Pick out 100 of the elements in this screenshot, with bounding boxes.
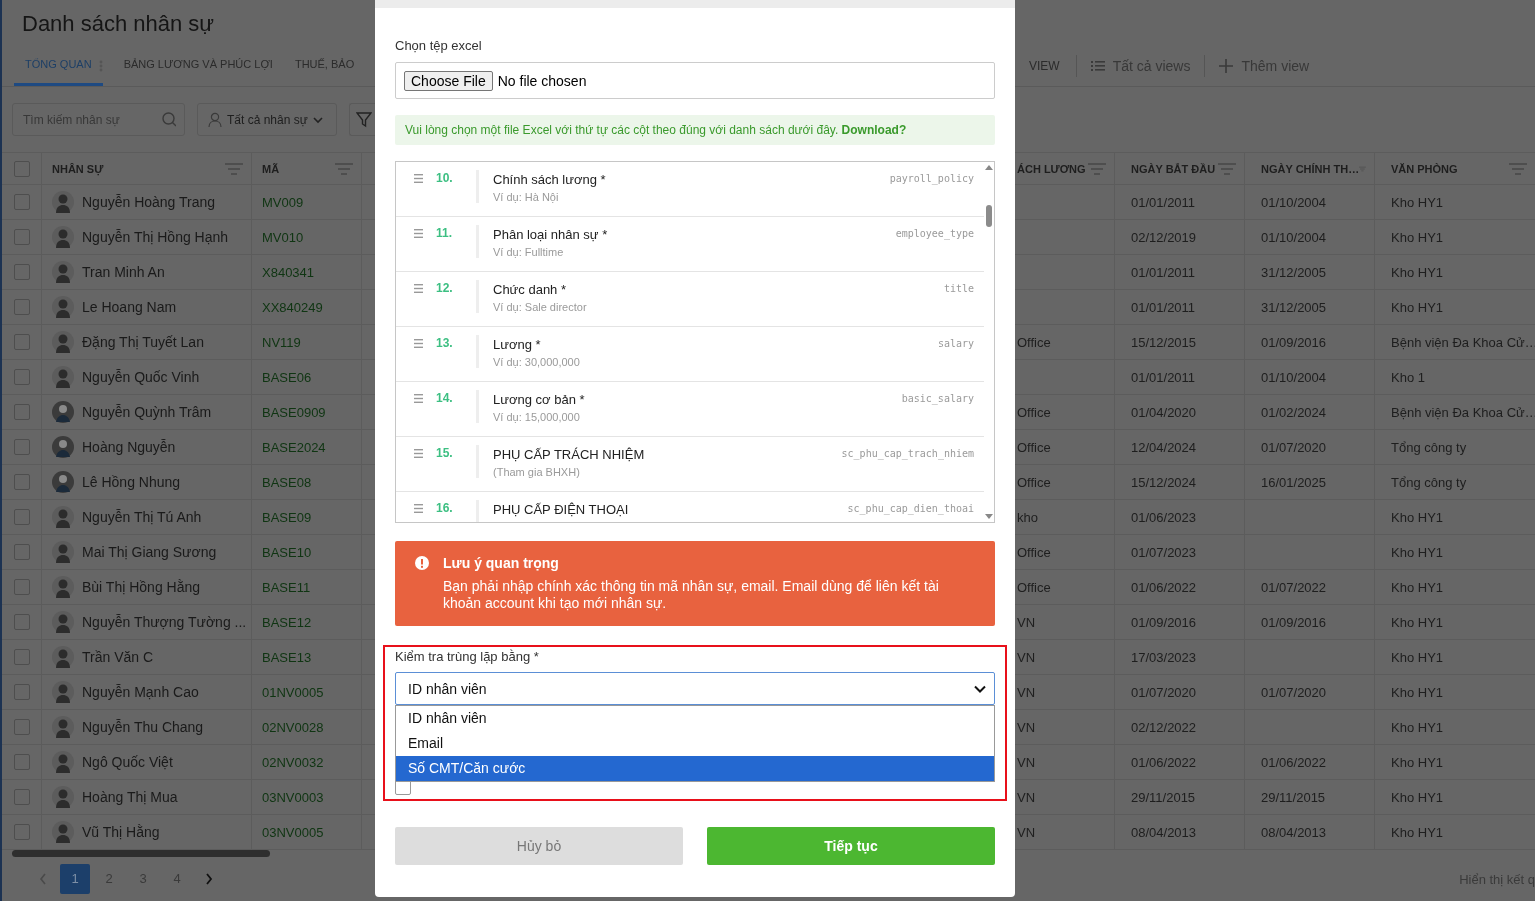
employee-name[interactable]: Nguyễn Thượng Tường ... [82,614,247,630]
drag-handle-icon[interactable] [414,504,423,513]
dropdown-option[interactable]: ID nhân viên [396,706,994,731]
tab[interactable]: TỔNG QUAN [14,46,103,86]
employee-name[interactable]: Hoàng Thị Mua [82,789,178,805]
checkbox[interactable] [13,579,30,595]
chevron-right-icon[interactable] [205,873,213,885]
employee-name[interactable]: Nguyễn Mạnh Cao [82,684,199,700]
checkbox[interactable] [13,509,30,525]
employee-name[interactable]: Nguyễn Quỳnh Trâm [82,404,212,420]
page-title: Danh sách nhân sự [22,11,215,37]
column-example: Ví dụ: 15,000,000 [493,411,581,423]
employee-code: 02NV0028 [262,719,324,735]
employee-code: MV009 [262,194,304,210]
table-cell: Kho HY1 [1391,509,1444,525]
checkbox[interactable] [13,264,30,280]
field-label: Kiểm tra trùng lặp bằng * [395,649,540,664]
column-name: Lương * [493,337,542,352]
tab[interactable]: VIEW [1017,46,1072,86]
drag-handle-icon[interactable] [414,174,423,183]
column-example: (Tham gia BHXH) [493,466,581,478]
checkbox[interactable] [13,334,30,350]
checkbox[interactable] [13,719,30,735]
continue-button[interactable]: Tiếp tục [707,827,995,865]
drag-handle-icon[interactable] [414,449,423,458]
employee-name[interactable]: Nguyễn Hoàng Trang [82,194,216,210]
column-header: VĂN PHÒNG [1391,162,1458,175]
employee-name[interactable]: Vũ Thị Hằng [82,824,160,840]
column-number: 10. [436,171,454,185]
table-cell: 01/07/2020 [1131,684,1197,700]
table-cell: Kho HY1 [1391,684,1444,700]
employee-name[interactable]: Đặng Thị Tuyết Lan [82,334,204,350]
filter-dropdown[interactable]: Tất cả nhân sự [197,103,337,136]
drag-handle-icon[interactable] [414,284,423,293]
table-cell: Office [1017,439,1051,455]
employee-name[interactable]: Nguyễn Thị Tú Anh [82,509,202,525]
page-button[interactable]: 1 [60,864,90,894]
checkbox[interactable] [13,194,30,210]
table-cell: Kho HY1 [1391,824,1444,840]
employee-name[interactable]: Nguyễn Thị Hồng Hạnh [82,229,229,245]
column-name: Chức danh * [493,282,568,297]
dropdown-option[interactable]: Số CMT/Căn cước [396,756,994,781]
employee-name[interactable]: Mai Thị Giang Sương [82,544,217,560]
employee-name[interactable]: Tran Minh An [82,264,165,280]
table-cell: Office [1017,474,1051,490]
employee-name[interactable]: Ngô Quốc Việt [82,754,173,770]
checkbox[interactable] [13,369,30,385]
checkbox[interactable] [13,544,30,560]
checkbox[interactable] [13,160,30,177]
checkbox[interactable] [13,649,30,665]
select-field[interactable]: ID nhân viên [395,672,995,705]
checkbox[interactable] [13,229,30,245]
filter-lines-icon[interactable] [1509,162,1527,175]
checkbox[interactable] [13,474,30,490]
employee-name[interactable]: Trần Văn C [82,649,154,665]
employee-name[interactable]: Lê Hồng Nhung [82,474,181,490]
download-link[interactable]: Download? [841,123,907,137]
checkbox[interactable] [13,439,30,455]
employee-name[interactable]: Le Hoang Nam [82,299,177,315]
checkbox[interactable] [13,614,30,630]
column-number: 16. [436,501,454,515]
table-cell: 01/06/2023 [1131,509,1197,525]
employee-name[interactable]: Nguyễn Thu Chang [82,719,204,735]
drag-handle-icon[interactable] [414,229,423,238]
column-header: NGÀY CHÍNH TH… [1261,162,1360,175]
filter-lines-icon[interactable] [225,162,243,175]
employee-name[interactable]: Nguyễn Quốc Vinh [82,369,200,385]
checkbox[interactable] [13,789,30,805]
search-icon[interactable] [162,112,176,127]
drag-handle-icon[interactable] [414,339,423,348]
tab[interactable]: THUẾ, BẢO [283,46,366,86]
table-cell: Kho HY1 [1391,754,1444,770]
chevron-left-icon[interactable] [39,873,47,885]
table-cell: 17/03/2023 [1131,649,1197,665]
filter-lines-icon[interactable] [1218,162,1236,175]
column-number: 12. [436,281,454,295]
column-number: 11. [436,226,454,240]
column-name: Chính sách lương * [493,172,607,187]
dropdown-option[interactable]: Email [396,731,994,756]
employee-code: 01NV0005 [262,684,324,700]
table-cell: VN [1017,789,1036,805]
table-cell: kho [1017,509,1038,525]
file-input[interactable]: Choose File No file chosen [395,62,995,99]
checkbox[interactable] [13,299,30,315]
checkbox[interactable] [13,824,30,840]
table-cell: 01/06/2022 [1131,579,1197,595]
list-icon[interactable] [1090,59,1105,73]
employee-name[interactable]: Bùi Thị Hồng Hằng [82,579,201,595]
filter-lines-icon[interactable] [1088,162,1106,175]
plus-icon[interactable] [1219,59,1234,73]
checkbox[interactable] [13,684,30,700]
employee-name[interactable]: Hoàng Nguyễn [82,439,176,455]
choose-file-button[interactable]: Choose File [404,70,493,91]
checkbox[interactable] [13,404,30,420]
filter-lines-icon[interactable] [335,162,353,175]
drag-handle-icon[interactable] [414,394,423,403]
cancel-button[interactable]: Hủy bỏ [395,827,683,865]
employee-code: BASE0909 [262,404,326,420]
checkbox[interactable] [13,754,30,770]
tab[interactable]: BẢNG LƯƠNG VÀ PHÚC LỢI [112,46,284,86]
